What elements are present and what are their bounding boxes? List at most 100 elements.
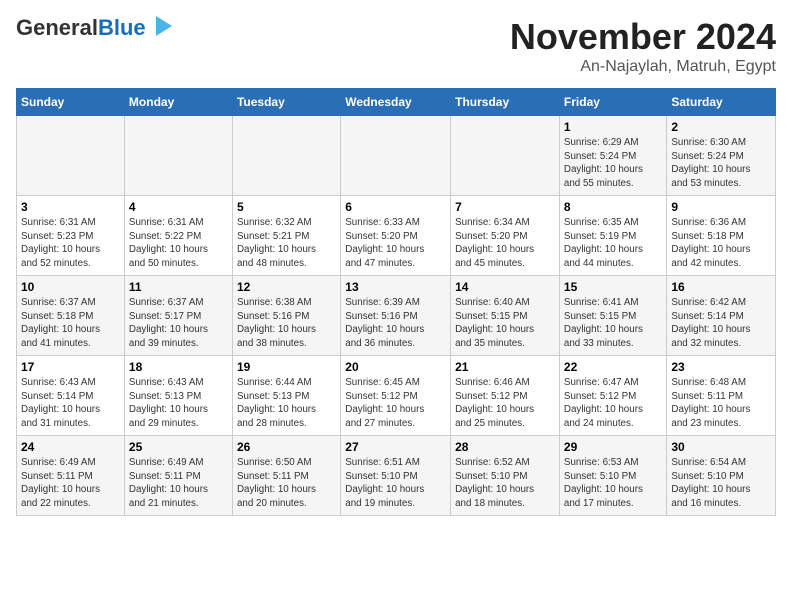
day-number: 26 xyxy=(237,440,336,454)
calendar-table: SundayMondayTuesdayWednesdayThursdayFrid… xyxy=(16,88,776,516)
calendar-cell: 25 Sunrise: 6:49 AM Sunset: 5:11 PM Dayli… xyxy=(124,436,232,516)
day-info: Sunrise: 6:31 AM Sunset: 5:22 PM Dayligh… xyxy=(129,216,228,271)
day-info: Sunrise: 6:49 AM Sunset: 5:11 PM Dayligh… xyxy=(129,456,228,511)
calendar-cell: 17 Sunrise: 6:43 AM Sunset: 5:14 PM Dayli… xyxy=(17,356,125,436)
day-number: 11 xyxy=(129,280,228,294)
calendar-cell: 11 Sunrise: 6:37 AM Sunset: 5:17 PM Dayli… xyxy=(124,276,232,356)
calendar-cell: 23 Sunrise: 6:48 AM Sunset: 5:11 PM Dayli… xyxy=(667,356,776,436)
day-info: Sunrise: 6:46 AM Sunset: 5:12 PM Dayligh… xyxy=(455,376,555,431)
day-number: 21 xyxy=(455,360,555,374)
page-subtitle: An-Najaylah, Matruh, Egypt xyxy=(510,58,776,76)
day-info: Sunrise: 6:35 AM Sunset: 5:19 PM Dayligh… xyxy=(564,216,662,271)
day-info: Sunrise: 6:38 AM Sunset: 5:16 PM Dayligh… xyxy=(237,296,336,351)
day-info: Sunrise: 6:32 AM Sunset: 5:21 PM Dayligh… xyxy=(237,216,336,271)
logo-text-general: GeneralBlue xyxy=(16,15,146,40)
day-info: Sunrise: 6:47 AM Sunset: 5:12 PM Dayligh… xyxy=(564,376,662,431)
day-number: 19 xyxy=(237,360,336,374)
page-title: November 2024 xyxy=(510,16,776,58)
weekday-header: Friday xyxy=(559,89,666,116)
day-number: 8 xyxy=(564,200,662,214)
day-number: 18 xyxy=(129,360,228,374)
day-number: 15 xyxy=(564,280,662,294)
weekday-header: Sunday xyxy=(17,89,125,116)
calendar-cell: 27Sunrise: 6:51 AM Sunset: 5:10 PM Dayli… xyxy=(341,436,451,516)
calendar-cell: 26 Sunrise: 6:50 AM Sunset: 5:11 PM Dayli… xyxy=(232,436,340,516)
day-number: 7 xyxy=(455,200,555,214)
calendar-cell: 5 Sunrise: 6:32 AM Sunset: 5:21 PM Daylig… xyxy=(232,196,340,276)
calendar-cell: 3 Sunrise: 6:31 AM Sunset: 5:23 PM Daylig… xyxy=(17,196,125,276)
calendar-cell: 16 Sunrise: 6:42 AM Sunset: 5:14 PM Dayli… xyxy=(667,276,776,356)
calendar-cell xyxy=(451,116,560,196)
day-info: Sunrise: 6:42 AM Sunset: 5:14 PM Dayligh… xyxy=(671,296,771,351)
day-number: 17 xyxy=(21,360,120,374)
day-number: 14 xyxy=(455,280,555,294)
day-info: Sunrise: 6:37 AM Sunset: 5:17 PM Dayligh… xyxy=(129,296,228,351)
day-info: Sunrise: 6:52 AM Sunset: 5:10 PM Dayligh… xyxy=(455,456,555,511)
day-info: Sunrise: 6:43 AM Sunset: 5:14 PM Dayligh… xyxy=(21,376,120,431)
day-number: 25 xyxy=(129,440,228,454)
calendar-cell: 10 Sunrise: 6:37 AM Sunset: 5:18 PM Dayli… xyxy=(17,276,125,356)
day-info: Sunrise: 6:29 AM Sunset: 5:24 PM Dayligh… xyxy=(564,136,662,191)
day-number: 2 xyxy=(671,120,771,134)
weekday-header: Monday xyxy=(124,89,232,116)
calendar-cell: 13Sunrise: 6:39 AM Sunset: 5:16 PM Dayli… xyxy=(341,276,451,356)
day-info: Sunrise: 6:45 AM Sunset: 5:12 PM Dayligh… xyxy=(345,376,446,431)
calendar-cell: 24Sunrise: 6:49 AM Sunset: 5:11 PM Dayli… xyxy=(17,436,125,516)
day-info: Sunrise: 6:50 AM Sunset: 5:11 PM Dayligh… xyxy=(237,456,336,511)
calendar-cell: 12 Sunrise: 6:38 AM Sunset: 5:16 PM Dayli… xyxy=(232,276,340,356)
calendar-cell xyxy=(232,116,340,196)
day-info: Sunrise: 6:33 AM Sunset: 5:20 PM Dayligh… xyxy=(345,216,446,271)
calendar-cell: 1 Sunrise: 6:29 AM Sunset: 5:24 PM Daylig… xyxy=(559,116,666,196)
calendar-cell: 18 Sunrise: 6:43 AM Sunset: 5:13 PM Dayli… xyxy=(124,356,232,436)
day-info: Sunrise: 6:54 AM Sunset: 5:10 PM Dayligh… xyxy=(671,456,771,511)
day-number: 22 xyxy=(564,360,662,374)
calendar-cell: 9 Sunrise: 6:36 AM Sunset: 5:18 PM Daylig… xyxy=(667,196,776,276)
weekday-header: Thursday xyxy=(451,89,560,116)
day-info: Sunrise: 6:40 AM Sunset: 5:15 PM Dayligh… xyxy=(455,296,555,351)
calendar-cell: 8 Sunrise: 6:35 AM Sunset: 5:19 PM Daylig… xyxy=(559,196,666,276)
logo: GeneralBlue xyxy=(16,16,176,40)
day-number: 16 xyxy=(671,280,771,294)
day-number: 20 xyxy=(345,360,446,374)
calendar-cell: 7 Sunrise: 6:34 AM Sunset: 5:20 PM Daylig… xyxy=(451,196,560,276)
day-number: 12 xyxy=(237,280,336,294)
calendar-cell: 19 Sunrise: 6:44 AM Sunset: 5:13 PM Dayli… xyxy=(232,356,340,436)
day-number: 29 xyxy=(564,440,662,454)
calendar-cell: 20 Sunrise: 6:45 AM Sunset: 5:12 PM Dayli… xyxy=(341,356,451,436)
calendar-cell xyxy=(17,116,125,196)
day-number: 4 xyxy=(129,200,228,214)
calendar-cell: 2 Sunrise: 6:30 AM Sunset: 5:24 PM Daylig… xyxy=(667,116,776,196)
day-info: Sunrise: 6:37 AM Sunset: 5:18 PM Dayligh… xyxy=(21,296,120,351)
calendar-cell: 30 Sunrise: 6:54 AM Sunset: 5:10 PM Dayli… xyxy=(667,436,776,516)
calendar-cell: 28 Sunrise: 6:52 AM Sunset: 5:10 PM Dayli… xyxy=(451,436,560,516)
calendar-cell xyxy=(124,116,232,196)
page-header: GeneralBlue November 2024 An-Najaylah, M… xyxy=(16,16,776,76)
calendar-cell: 21 Sunrise: 6:46 AM Sunset: 5:12 PM Dayli… xyxy=(451,356,560,436)
day-info: Sunrise: 6:31 AM Sunset: 5:23 PM Dayligh… xyxy=(21,216,120,271)
day-number: 1 xyxy=(564,120,662,134)
day-number: 23 xyxy=(671,360,771,374)
logo-icon xyxy=(148,12,176,40)
day-number: 27 xyxy=(345,440,446,454)
day-number: 10 xyxy=(21,280,120,294)
day-info: Sunrise: 6:53 AM Sunset: 5:10 PM Dayligh… xyxy=(564,456,662,511)
day-number: 28 xyxy=(455,440,555,454)
day-info: Sunrise: 6:36 AM Sunset: 5:18 PM Dayligh… xyxy=(671,216,771,271)
day-number: 30 xyxy=(671,440,771,454)
calendar-cell: 6Sunrise: 6:33 AM Sunset: 5:20 PM Daylig… xyxy=(341,196,451,276)
day-info: Sunrise: 6:43 AM Sunset: 5:13 PM Dayligh… xyxy=(129,376,228,431)
day-number: 5 xyxy=(237,200,336,214)
calendar-cell: 14 Sunrise: 6:40 AM Sunset: 5:15 PM Dayli… xyxy=(451,276,560,356)
day-info: Sunrise: 6:48 AM Sunset: 5:11 PM Dayligh… xyxy=(671,376,771,431)
calendar-cell: 15 Sunrise: 6:41 AM Sunset: 5:15 PM Dayli… xyxy=(559,276,666,356)
day-number: 3 xyxy=(21,200,120,214)
day-info: Sunrise: 6:34 AM Sunset: 5:20 PM Dayligh… xyxy=(455,216,555,271)
day-info: Sunrise: 6:44 AM Sunset: 5:13 PM Dayligh… xyxy=(237,376,336,431)
weekday-header: Saturday xyxy=(667,89,776,116)
calendar-cell: 29 Sunrise: 6:53 AM Sunset: 5:10 PM Dayli… xyxy=(559,436,666,516)
day-info: Sunrise: 6:41 AM Sunset: 5:15 PM Dayligh… xyxy=(564,296,662,351)
day-number: 9 xyxy=(671,200,771,214)
day-number: 13 xyxy=(345,280,446,294)
day-info: Sunrise: 6:30 AM Sunset: 5:24 PM Dayligh… xyxy=(671,136,771,191)
weekday-header: Tuesday xyxy=(232,89,340,116)
